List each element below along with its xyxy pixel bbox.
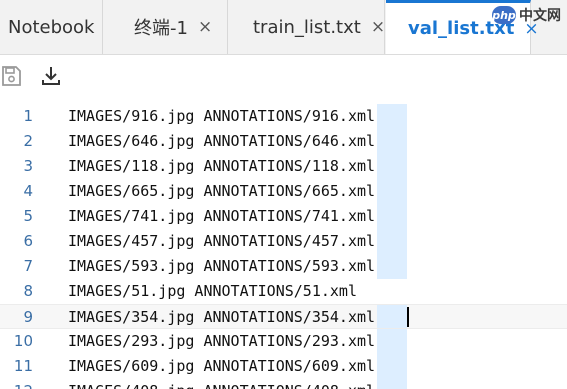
- selection-highlight: [377, 354, 407, 379]
- tab-train-list[interactable]: train_list.txt ×: [229, 0, 385, 54]
- tab-bar: Notebook 终端-1 × train_list.txt × val_lis…: [0, 0, 567, 55]
- selection-highlight: [377, 229, 407, 254]
- line-number: 2: [23, 132, 33, 150]
- tab-label: Notebook: [8, 16, 95, 38]
- save-icon: [2, 66, 21, 86]
- selection-highlight: [377, 154, 407, 179]
- line-number: 7: [23, 257, 33, 275]
- line-text: IMAGES/609.jpg ANNOTATIONS/609.xml: [68, 357, 376, 375]
- line-text: IMAGES/646.jpg ANNOTATIONS/646.xml: [68, 132, 376, 150]
- line-number: 9: [23, 308, 33, 326]
- close-icon[interactable]: ×: [198, 17, 212, 37]
- line-number: 10: [13, 332, 33, 350]
- line-number: 12: [0, 379, 33, 389]
- editor-line: 12 IMAGES/408.jpg ANNOTATIONS/408.xml: [0, 379, 567, 389]
- editor-line: 10 IMAGES/293.jpg ANNOTATIONS/293.xml: [0, 329, 567, 354]
- editor-line: 5 IMAGES/741.jpg ANNOTATIONS/741.xml: [0, 204, 567, 229]
- close-icon[interactable]: ×: [371, 17, 385, 37]
- text-cursor: [407, 307, 409, 327]
- selection-highlight: [377, 305, 407, 328]
- editor-line-active: 9 IMAGES/354.jpg ANNOTATIONS/354.xml: [0, 304, 567, 329]
- editor-line: 3 IMAGES/118.jpg ANNOTATIONS/118.xml: [0, 154, 567, 179]
- save-button[interactable]: [0, 63, 24, 89]
- selection-highlight: [377, 379, 407, 389]
- download-icon: [42, 67, 60, 85]
- code-editor[interactable]: 1 IMAGES/916.jpg ANNOTATIONS/916.xml 2 I…: [0, 95, 567, 389]
- selection-highlight: [377, 204, 407, 229]
- line-text: IMAGES/741.jpg ANNOTATIONS/741.xml: [68, 207, 376, 225]
- line-number: 5: [23, 207, 33, 225]
- line-number: 6: [23, 232, 33, 250]
- watermark-text: 中文网: [519, 8, 561, 24]
- line-text: IMAGES/916.jpg ANNOTATIONS/916.xml: [68, 107, 376, 125]
- line-text: IMAGES/51.jpg ANNOTATIONS/51.xml: [68, 282, 357, 300]
- selection-highlight: [377, 104, 407, 129]
- editor-line: 1 IMAGES/916.jpg ANNOTATIONS/916.xml: [0, 104, 567, 129]
- line-number: 8: [23, 282, 33, 300]
- line-text: IMAGES/408.jpg ANNOTATIONS/408.xml: [68, 379, 375, 389]
- selection-highlight: [377, 129, 407, 154]
- line-text: IMAGES/457.jpg ANNOTATIONS/457.xml: [68, 232, 376, 250]
- editor-toolbar: [0, 55, 567, 95]
- editor-line: 8 IMAGES/51.jpg ANNOTATIONS/51.xml: [0, 279, 567, 304]
- line-number: 4: [23, 182, 33, 200]
- watermark-logo: php: [492, 6, 516, 24]
- selection-highlight: [377, 179, 407, 204]
- editor-line: 6 IMAGES/457.jpg ANNOTATIONS/457.xml: [0, 229, 567, 254]
- editor-line: 2 IMAGES/646.jpg ANNOTATIONS/646.xml: [0, 129, 567, 154]
- watermark: php 中文网: [492, 4, 561, 26]
- line-text: IMAGES/293.jpg ANNOTATIONS/293.xml: [68, 332, 376, 350]
- line-number: 11: [13, 357, 33, 375]
- editor-line: 7 IMAGES/593.jpg ANNOTATIONS/593.xml: [0, 254, 567, 279]
- line-text: IMAGES/665.jpg ANNOTATIONS/665.xml: [68, 182, 376, 200]
- selection-highlight: [377, 254, 407, 279]
- editor-line: 4 IMAGES/665.jpg ANNOTATIONS/665.xml: [0, 179, 567, 204]
- line-number: 1: [23, 107, 33, 125]
- line-text: IMAGES/593.jpg ANNOTATIONS/593.xml: [68, 257, 376, 275]
- tab-label: train_list.txt: [253, 16, 361, 38]
- line-number: 3: [23, 157, 33, 175]
- line-text: IMAGES/118.jpg ANNOTATIONS/118.xml: [68, 157, 376, 175]
- selection-highlight: [377, 329, 407, 354]
- tab-label: 终端-1: [134, 18, 188, 39]
- tab-terminal-1[interactable]: 终端-1 ×: [104, 0, 228, 54]
- editor-line: 11 IMAGES/609.jpg ANNOTATIONS/609.xml: [0, 354, 567, 379]
- download-button[interactable]: [38, 63, 64, 89]
- tab-notebook[interactable]: Notebook: [0, 0, 103, 54]
- line-text: IMAGES/354.jpg ANNOTATIONS/354.xml: [68, 308, 376, 326]
